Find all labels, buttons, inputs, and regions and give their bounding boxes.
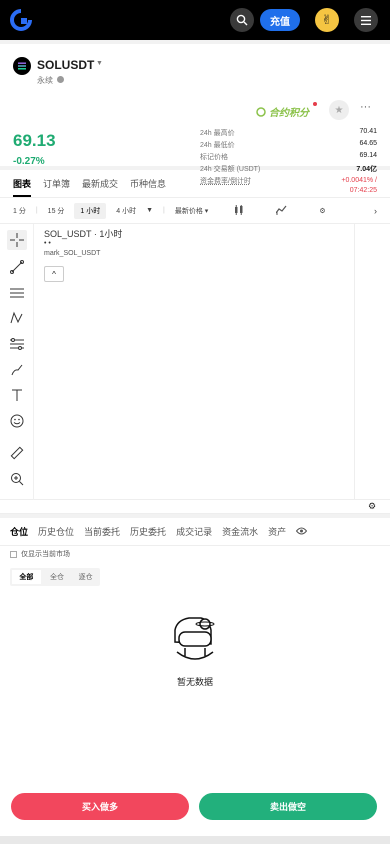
margin-mode-segment: 全部 全仓 逐仓	[10, 568, 100, 586]
tab-trade-history[interactable]: 成交记录	[176, 525, 212, 538]
favorite-star-icon[interactable]: ★	[329, 100, 349, 120]
funding-countdown: 07:42:25	[349, 187, 377, 194]
contract-points-link[interactable]: 合约积分	[256, 104, 309, 119]
solana-icon	[13, 57, 31, 75]
deposit-button[interactable]: 充值	[260, 9, 300, 31]
current-market-filter[interactable]: 仅显示当前市场	[0, 546, 390, 562]
more-icon[interactable]: ···	[360, 101, 371, 113]
symbol-dropdown-icon[interactable]: ▼	[96, 60, 103, 67]
contract-type-label: 永续	[37, 76, 53, 85]
tab-open-orders[interactable]: 当前委托	[84, 525, 120, 538]
eye-icon[interactable]	[295, 527, 308, 537]
settings-icon[interactable]: ⚙	[319, 207, 325, 215]
info-icon[interactable]	[57, 76, 64, 83]
top-bar: 充值 ✌	[0, 0, 390, 40]
tab-chart[interactable]: 图表	[13, 177, 32, 197]
interval-1m[interactable]: 1 分	[13, 206, 26, 216]
tab-transaction-log[interactable]: 资金流水	[222, 525, 258, 538]
app-logo-icon[interactable]	[10, 9, 32, 31]
position-tabs: 仓位 历史仓位 当前委托 历史委托 成交记录 资金流水 资产	[0, 518, 390, 546]
price-type-select[interactable]: 最新价格 ▾	[175, 206, 208, 216]
candle-style-icon[interactable]	[234, 204, 244, 217]
tab-coin-info[interactable]: 币种信息	[130, 177, 166, 190]
chevron-right-icon[interactable]: ›	[374, 206, 377, 216]
trend-line-icon[interactable]	[7, 257, 27, 277]
tab-recent-trades[interactable]: 最新成交	[82, 177, 118, 190]
current-market-label: 仅显示当前市场	[21, 551, 70, 558]
points-icon	[256, 106, 266, 117]
sell-short-button[interactable]: 卖出做空	[199, 793, 377, 820]
avatar[interactable]: ✌	[315, 8, 339, 32]
text-tool-icon[interactable]	[7, 385, 27, 405]
empty-state-text: 暂无数据	[176, 677, 213, 687]
price-change: -0.27%	[13, 156, 45, 167]
segment-all[interactable]: 全部	[12, 570, 41, 584]
ticker-stats: 24h 最高价 70.41 24h 最低价 64.65 标记价格 69.14 24h …	[200, 128, 377, 198]
collapse-legend-button[interactable]: ^	[44, 266, 64, 282]
indicators-icon[interactable]	[275, 205, 287, 217]
contract-points-label: 合约积分	[269, 108, 309, 119]
stat-low: 24h 最低价 64.65	[200, 140, 377, 149]
chart-series-label: mark_SOL_USDT	[44, 250, 101, 257]
segment-cross[interactable]: 全仓	[43, 568, 72, 586]
last-price: 69.13	[13, 131, 56, 150]
notification-dot	[313, 102, 317, 106]
interval-1h[interactable]: 1 小时	[74, 202, 107, 219]
segment-isolated[interactable]: 逐仓	[71, 568, 100, 586]
tab-assets[interactable]: 资产	[268, 525, 286, 538]
fib-icon[interactable]	[7, 334, 27, 354]
crosshair-icon[interactable]	[7, 230, 27, 250]
price-axis	[354, 224, 355, 500]
horizontal-lines-icon[interactable]	[7, 283, 27, 303]
chart-legend-dots: • •	[44, 240, 51, 247]
pattern-icon[interactable]	[7, 308, 27, 328]
tab-order-history[interactable]: 历史委托	[130, 525, 166, 538]
brush-icon[interactable]	[7, 360, 27, 380]
ticker-panel: SOLUSDT ▼ 永续 69.13 -0.27% 合约积分 ★ ··· 24h…	[0, 44, 390, 194]
symbol-title[interactable]: SOLUSDT	[37, 58, 94, 72]
drawing-toolbar	[0, 224, 34, 500]
chart-title: SOL_USDT · 1小时	[44, 229, 123, 239]
interval-dropdown-icon[interactable]: ▼	[146, 207, 153, 214]
tab-position-history[interactable]: 历史仓位	[38, 525, 74, 538]
current-market-checkbox[interactable]	[10, 550, 17, 558]
zoom-in-icon[interactable]	[7, 469, 27, 489]
chart-toolbar: 1 分 | 15 分 1 小时 4 小时 ▼ | 最新价格 ▾ ⚙ ›	[0, 198, 390, 224]
stat-turnover: 24h 交易额 (USDT) 7.04亿	[200, 166, 377, 173]
interval-4h[interactable]: 4 小时	[116, 206, 136, 216]
tab-positions[interactable]: 仓位	[10, 525, 28, 538]
stat-high: 24h 最高价 70.41	[200, 128, 377, 137]
search-icon[interactable]	[230, 8, 254, 32]
toolbar-separator: |	[163, 207, 165, 214]
bottom-strip	[0, 836, 390, 844]
emoji-icon[interactable]	[7, 411, 27, 431]
buy-long-button[interactable]: 买入做多	[11, 793, 189, 820]
toolbar-separator: |	[35, 207, 38, 214]
menu-icon[interactable]	[354, 8, 378, 32]
stat-funding[interactable]: 资金费率/倒计时 +0.0041% /07:42:25	[200, 176, 377, 198]
empty-state-illustration-icon	[174, 617, 215, 660]
interval-15m[interactable]: 15 分	[48, 206, 65, 216]
funding-rate: +0.0041% /	[341, 177, 377, 184]
ruler-icon[interactable]	[7, 443, 27, 463]
tab-order-book[interactable]: 订单簿	[43, 177, 70, 190]
chart-settings-icon[interactable]: ⚙	[368, 501, 376, 512]
chart-footer: ⚙	[0, 500, 390, 514]
stat-mark-price: 标记价格 69.14	[200, 152, 377, 161]
